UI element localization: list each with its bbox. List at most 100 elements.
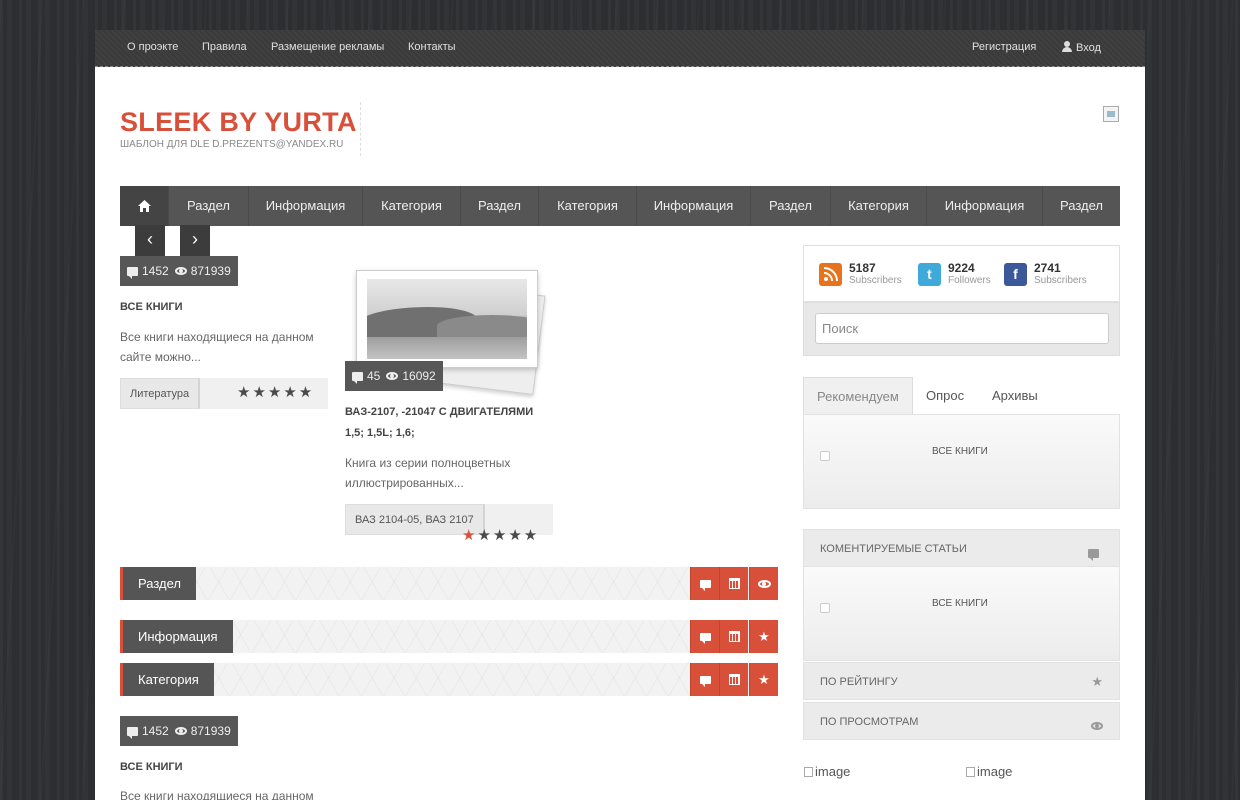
- nav-item-razdel[interactable]: Раздел: [460, 186, 538, 226]
- social-counters: 5187 Subscribers t 9224 Followers f 2741…: [803, 245, 1120, 302]
- calendar-icon: [728, 674, 740, 685]
- user-icon: [1062, 41, 1072, 52]
- nav-home[interactable]: [120, 186, 168, 226]
- star-icon: ★: [1091, 674, 1103, 689]
- article-excerpt: Все книги находящиеся на данном сайте мо…: [120, 330, 314, 364]
- slider-next-button[interactable]: ›: [180, 225, 210, 256]
- eye-icon: [174, 727, 187, 735]
- section-label[interactable]: Категория: [120, 663, 214, 696]
- link-about[interactable]: О проэкте: [127, 41, 178, 53]
- twitter-label: Followers: [948, 275, 991, 286]
- broken-image-icon: [966, 767, 975, 777]
- article-stats: 1452 871939: [120, 716, 238, 746]
- register-link[interactable]: Регистрация: [972, 41, 1036, 53]
- sort-comments-button[interactable]: [690, 620, 719, 653]
- eye-icon: [757, 579, 771, 588]
- nav-item-kategoriya[interactable]: Категория: [362, 186, 460, 226]
- tab-poll[interactable]: Опрос: [913, 377, 977, 415]
- nav-item-razdel[interactable]: Раздел: [168, 186, 248, 226]
- site-tagline: ШАБЛОН ДЛЯ DLE D.PREZENTS@YANDEX.RU: [120, 139, 344, 150]
- thumbnail-placeholder: [820, 603, 830, 613]
- site-logo[interactable]: SLEEK BY YURTA: [120, 107, 357, 138]
- sidebar-image[interactable]: image: [966, 764, 1012, 779]
- link-advertising[interactable]: Размещение рекламы: [271, 41, 384, 53]
- article-footer: Литература ★★★★★: [120, 378, 328, 409]
- view-count: 16092: [402, 369, 436, 383]
- eye-icon: [386, 372, 399, 380]
- section-bar: Раздел: [120, 567, 778, 600]
- login-link[interactable]: Вход: [1062, 41, 1101, 54]
- nav-item-informatsiya[interactable]: Информация: [926, 186, 1042, 226]
- slider-prev-button[interactable]: ‹: [135, 225, 165, 256]
- by-rating-label: ПО РЕЙТИНГУ: [820, 676, 898, 688]
- by-rating-header[interactable]: ПО РЕЙТИНГУ ★: [803, 662, 1120, 700]
- section-label[interactable]: Раздел: [120, 567, 196, 600]
- sort-comments-button[interactable]: [690, 567, 719, 600]
- broken-image-icon: [804, 767, 813, 777]
- commented-title: КОМЕНТИРУЕМЫЕ СТАТЬИ: [820, 543, 967, 555]
- recommend-item[interactable]: ВСЕ КНИГИ: [932, 446, 988, 457]
- sidebar-tabs: Рекомендуем Опрос Архивы: [803, 377, 1120, 415]
- link-contacts[interactable]: Контакты: [408, 41, 456, 53]
- view-count: 871939: [190, 724, 231, 738]
- sort-date-button[interactable]: [719, 663, 748, 696]
- nav-item-razdel[interactable]: Раздел: [1042, 186, 1120, 226]
- rss-count: 5187: [849, 261, 876, 275]
- image-alt: image: [977, 764, 1013, 779]
- main-nav: Раздел Информация Категория Раздел Катег…: [120, 186, 1120, 226]
- link-rules[interactable]: Правила: [202, 41, 247, 53]
- top-bar: О проэкте Правила Размещение рекламы Кон…: [95, 30, 1145, 67]
- banner-image[interactable]: [1103, 106, 1119, 122]
- sort-rating-button[interactable]: ★: [749, 663, 778, 696]
- sort-date-button[interactable]: [719, 620, 748, 653]
- photo-front: [356, 270, 538, 368]
- rating-stars[interactable]: ★★★★★: [462, 526, 539, 544]
- comment-count: 1452: [142, 264, 169, 278]
- article-title[interactable]: ВСЕ КНИГИ: [120, 297, 320, 318]
- nav-item-kategoriya[interactable]: Категория: [830, 186, 926, 226]
- nav-item-informatsiya[interactable]: Информация: [636, 186, 750, 226]
- article-title[interactable]: ВСЕ КНИГИ: [120, 757, 320, 778]
- article-excerpt: Книга из серии полноцветных иллюстрирова…: [345, 456, 511, 490]
- nav-item-razdel[interactable]: Раздел: [750, 186, 830, 226]
- nav-item-kategoriya[interactable]: Категория: [538, 186, 636, 226]
- section-label[interactable]: Информация: [120, 620, 233, 653]
- search-input[interactable]: [815, 313, 1109, 344]
- home-icon: [137, 200, 151, 212]
- rating-stars[interactable]: ★★★★★: [237, 383, 314, 401]
- view-count: 871939: [190, 264, 231, 278]
- comment-icon: [127, 266, 138, 279]
- login-label: Вход: [1076, 42, 1101, 54]
- thumbnail-placeholder: [820, 451, 830, 461]
- landscape-image: [367, 279, 527, 359]
- article-tag[interactable]: Литература: [120, 378, 201, 409]
- facebook-count: 2741: [1034, 261, 1061, 275]
- comment-icon: [1088, 545, 1103, 561]
- image-alt: image: [815, 764, 851, 779]
- sort-views-button[interactable]: [749, 567, 778, 600]
- sort-rating-button[interactable]: ★: [749, 620, 778, 653]
- rss-label: Subscribers: [849, 275, 902, 286]
- article-excerpt: Все книги находящиеся на данном: [120, 789, 314, 800]
- nav-item-informatsiya[interactable]: Информация: [248, 186, 362, 226]
- commented-item[interactable]: ВСЕ КНИГИ: [932, 598, 988, 609]
- tab-archives[interactable]: Архивы: [979, 377, 1051, 415]
- sort-date-button[interactable]: [719, 567, 748, 600]
- commented-panel: ВСЕ КНИГИ: [803, 566, 1120, 661]
- article-stats: 45 16092: [345, 361, 443, 391]
- comment-icon: [127, 726, 138, 739]
- sort-comments-button[interactable]: [690, 663, 719, 696]
- comment-count: 1452: [142, 724, 169, 738]
- article-title[interactable]: ВАЗ-2107, -21047 С ДВИГАТЕЛЯМИ 1,5; 1,5l…: [345, 402, 545, 444]
- header-divider: [360, 102, 361, 156]
- recommend-panel: ВСЕ КНИГИ: [803, 414, 1120, 509]
- star-icon: ★: [758, 671, 770, 687]
- calendar-icon: [728, 631, 740, 642]
- facebook-label: Subscribers: [1034, 275, 1087, 286]
- tab-recommend[interactable]: Рекомендуем: [803, 377, 913, 415]
- by-views-label: ПО ПРОСМОТРАМ: [820, 716, 919, 728]
- by-views-header[interactable]: ПО ПРОСМОТРАМ: [803, 702, 1120, 740]
- sidebar-image[interactable]: image: [804, 764, 850, 779]
- comment-count: 45: [367, 369, 381, 383]
- commented-header[interactable]: КОМЕНТИРУЕМЫЕ СТАТЬИ: [803, 529, 1120, 567]
